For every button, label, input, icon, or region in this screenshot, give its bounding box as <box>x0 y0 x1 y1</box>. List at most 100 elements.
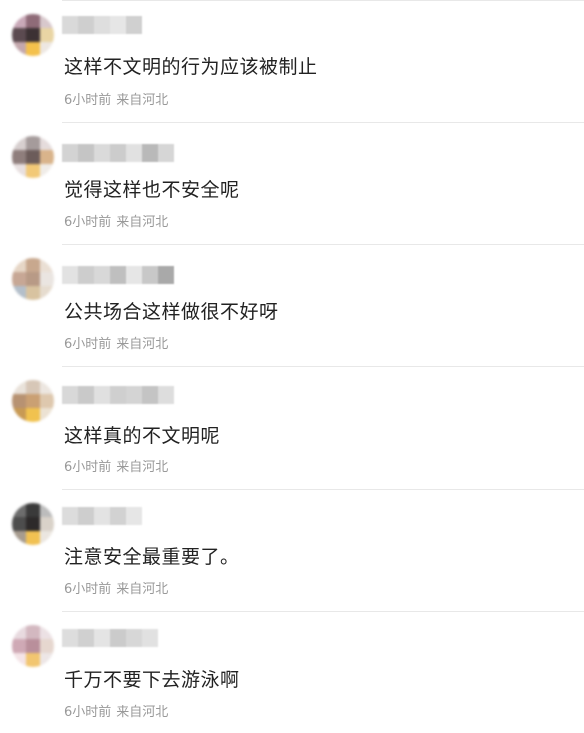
avatar-mosaic-cell <box>12 42 26 56</box>
avatar-mosaic-cell <box>26 380 40 394</box>
username-mosaic-cell <box>62 629 78 647</box>
avatar-mosaic-cell <box>26 150 40 164</box>
username-mosaic-cell <box>62 507 78 525</box>
avatar-mosaic-cell <box>40 653 54 667</box>
avatar[interactable] <box>12 14 54 56</box>
avatar-mosaic-cell <box>40 150 54 164</box>
avatar[interactable] <box>12 136 54 178</box>
avatar-mosaic-cell <box>26 653 40 667</box>
divider <box>62 244 584 245</box>
username-mosaic-cell <box>126 266 142 284</box>
avatar-mosaic-cell <box>12 517 26 531</box>
comment-time: 6小时前 <box>64 337 112 352</box>
avatar-mosaic-cell <box>26 625 40 639</box>
comment-location: 来自河北 <box>116 705 169 720</box>
avatar-mosaic-cell <box>12 380 26 394</box>
username-mosaic-cell <box>126 144 142 162</box>
username-mosaic-cell <box>110 16 126 34</box>
avatar[interactable] <box>12 503 54 545</box>
avatar[interactable] <box>12 258 54 300</box>
username-mosaic-cell <box>126 16 142 34</box>
avatar-mosaic-cell <box>12 136 26 150</box>
username-mosaic-cell <box>94 507 110 525</box>
avatar-mosaic-cell <box>40 42 54 56</box>
divider <box>62 122 584 123</box>
username-mosaic-cell <box>110 629 126 647</box>
username-mosaic-cell <box>110 507 126 525</box>
avatar-mosaic-cell <box>26 14 40 28</box>
avatar-mosaic-cell <box>26 503 40 517</box>
avatar-mosaic-cell <box>40 272 54 286</box>
username-mosaic-cell <box>78 266 94 284</box>
comment-meta: 6小时前 来自河北 <box>64 456 168 475</box>
comment-location: 来自河北 <box>116 93 169 108</box>
comment-meta: 6小时前 来自河北 <box>64 333 168 352</box>
divider <box>62 0 584 1</box>
username-mosaic-cell <box>142 629 158 647</box>
username-mosaic-cell <box>110 386 126 404</box>
comment-list: 这样不文明的行为应该被制止 6小时前 来自河北 觉得这样也不安全呢 6小时前 来自河… <box>0 0 584 722</box>
avatar-mosaic-cell <box>12 394 26 408</box>
username-blurred[interactable] <box>62 386 174 404</box>
avatar[interactable] <box>12 625 54 667</box>
username-mosaic-cell <box>62 386 78 404</box>
comment-location: 来自河北 <box>116 582 169 597</box>
divider <box>62 611 584 612</box>
comment-meta: 6小时前 来自河北 <box>64 578 168 597</box>
comment-meta: 6小时前 来自河北 <box>64 89 168 108</box>
username-blurred[interactable] <box>62 629 158 647</box>
avatar-mosaic-cell <box>40 408 54 422</box>
avatar[interactable] <box>12 380 54 422</box>
username-mosaic-cell <box>110 266 126 284</box>
avatar-mosaic-cell <box>40 503 54 517</box>
avatar-mosaic-cell <box>12 14 26 28</box>
comment-time: 6小时前 <box>64 215 112 230</box>
username-mosaic-cell <box>110 144 126 162</box>
username-mosaic-cell <box>94 629 110 647</box>
username-mosaic-cell <box>142 144 158 162</box>
username-mosaic-cell <box>78 16 94 34</box>
avatar-mosaic-cell <box>26 531 40 545</box>
username-mosaic-cell <box>158 144 174 162</box>
comment-meta: 6小时前 来自河北 <box>64 701 168 720</box>
username-mosaic-cell <box>94 16 110 34</box>
avatar-mosaic-cell <box>12 653 26 667</box>
username-mosaic-cell <box>126 386 142 404</box>
avatar-mosaic-cell <box>12 28 26 42</box>
username-mosaic-cell <box>126 629 142 647</box>
avatar-mosaic-cell <box>26 258 40 272</box>
avatar-mosaic-cell <box>40 136 54 150</box>
comment-location: 来自河北 <box>116 337 169 352</box>
username-blurred[interactable] <box>62 16 142 34</box>
username-blurred[interactable] <box>62 507 142 525</box>
comment-text: 注意安全最重要了。 <box>64 546 240 568</box>
comment-text: 千万不要下去游泳啊 <box>64 669 240 691</box>
avatar-mosaic-cell <box>26 28 40 42</box>
username-mosaic-cell <box>78 144 94 162</box>
comment-time: 6小时前 <box>64 705 112 720</box>
avatar-mosaic-cell <box>12 150 26 164</box>
avatar-mosaic-cell <box>40 394 54 408</box>
avatar-mosaic-cell <box>26 394 40 408</box>
avatar-mosaic-cell <box>40 517 54 531</box>
username-mosaic-cell <box>62 16 78 34</box>
avatar-mosaic-cell <box>40 286 54 300</box>
avatar-mosaic-cell <box>40 164 54 178</box>
avatar-mosaic-cell <box>40 28 54 42</box>
avatar-mosaic-cell <box>26 136 40 150</box>
comment-text: 觉得这样也不安全呢 <box>64 179 240 201</box>
username-blurred[interactable] <box>62 144 174 162</box>
comment-text: 这样不文明的行为应该被制止 <box>64 56 318 78</box>
avatar-mosaic-cell <box>40 380 54 394</box>
avatar-mosaic-cell <box>12 258 26 272</box>
comment-location: 来自河北 <box>116 215 169 230</box>
avatar-mosaic-cell <box>40 14 54 28</box>
avatar-mosaic-cell <box>40 625 54 639</box>
username-mosaic-cell <box>78 507 94 525</box>
username-blurred[interactable] <box>62 266 174 284</box>
username-mosaic-cell <box>94 266 110 284</box>
comment-location: 来自河北 <box>116 460 169 475</box>
username-mosaic-cell <box>142 266 158 284</box>
comment-item: 千万不要下去游泳啊 6小时前 来自河北 <box>0 611 584 733</box>
avatar-mosaic-cell <box>26 42 40 56</box>
